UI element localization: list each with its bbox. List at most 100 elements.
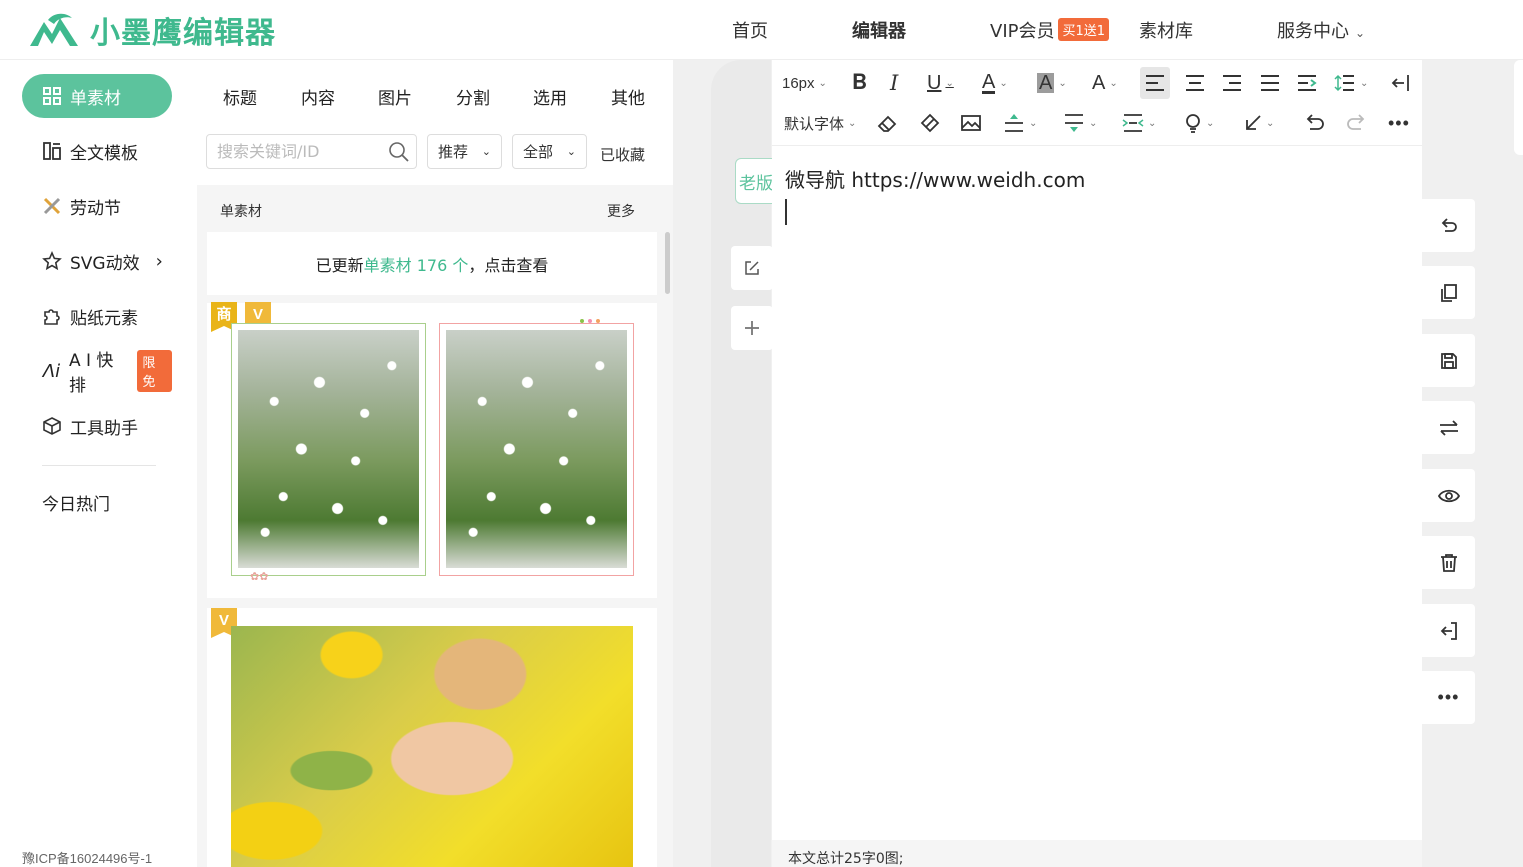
notice-suffix: ，点击查看 — [468, 255, 549, 275]
sidebar-item-tools[interactable]: 工具助手 — [22, 404, 172, 448]
sidebar-item-svg-effects[interactable]: SVG动效 › — [22, 239, 172, 283]
sidebar-divider — [42, 465, 156, 466]
redo-icon[interactable] — [1345, 108, 1367, 138]
line-height-icon[interactable]: ⌄ — [1334, 68, 1368, 98]
bulb-icon[interactable]: ⌄ — [1184, 108, 1214, 138]
material-card[interactable]: 商 V ✿✿ — [207, 302, 657, 598]
eraser-icon[interactable] — [876, 108, 898, 138]
chevron-down-icon: ⌄ — [566, 145, 576, 158]
sidebar-item-label: SVG动效 — [70, 253, 140, 274]
sidebar-item-labor-day[interactable]: 劳动节 — [22, 184, 172, 228]
star-icon — [42, 251, 62, 271]
eye-icon — [1437, 489, 1460, 502]
sidebar-item-today-hot[interactable]: 今日热门 — [22, 480, 172, 524]
align-left-icon[interactable] — [1140, 67, 1170, 99]
spacing-before-icon[interactable]: ⌄ — [1003, 108, 1037, 138]
align-justify-icon[interactable] — [1259, 68, 1281, 98]
tab-content[interactable]: 内容 — [301, 84, 335, 109]
text-effect-icon[interactable]: A ⌄ — [1092, 68, 1118, 98]
undo-button[interactable] — [1422, 199, 1475, 252]
tab-divider[interactable]: 分割 — [456, 84, 490, 109]
top-navbar: 小墨鹰编辑器 首页 编辑器 VIP会员 买1送1 素材库 服务中心 ⌄ — [0, 0, 1523, 60]
align-right-icon[interactable] — [1221, 68, 1243, 98]
scope-select-value: 全部 — [523, 143, 554, 161]
bold-icon[interactable]: 𝐁 — [852, 68, 867, 98]
nav-home[interactable]: 首页 — [732, 17, 768, 43]
font-color-icon[interactable]: A ⌄ — [982, 68, 1008, 98]
undo-icon[interactable] — [1304, 108, 1326, 138]
daisy-photo — [446, 330, 627, 568]
font-family-select[interactable]: 默认字体 ⌄ — [784, 108, 856, 138]
more-icon[interactable]: ••• — [1388, 108, 1410, 138]
editor: 16px ⌄ 𝐁 I U ⌄ A ⌄ A ⌄ A ⌄ ⌄ 默认字体 ⌄ ⌄ ⌄ … — [772, 60, 1422, 867]
edit-button[interactable] — [731, 246, 773, 290]
indent-icon[interactable] — [1296, 68, 1318, 98]
logo[interactable]: 小墨鹰编辑器 — [26, 8, 276, 52]
swap-button[interactable] — [1422, 401, 1475, 454]
sidebar-item-stickers[interactable]: 贴纸元素 — [22, 294, 172, 338]
preview-button[interactable] — [1422, 469, 1475, 522]
tab-other[interactable]: 其他 — [611, 84, 645, 109]
italic-icon[interactable]: I — [890, 68, 898, 98]
exit-left-icon[interactable] — [1390, 68, 1410, 98]
update-notice[interactable]: 已更新 单素材 176 个，点击查看 — [207, 232, 657, 295]
export-button[interactable] — [1422, 604, 1475, 657]
chevron-down-icon: ⌄ — [481, 145, 491, 158]
tab-image[interactable]: 图片 — [378, 84, 412, 109]
underline-icon[interactable]: U ⌄ — [927, 68, 954, 98]
chevron-down-icon: ⌄ — [1360, 77, 1369, 89]
nav-service[interactable]: 服务中心 ⌄ — [1277, 17, 1365, 43]
editor-content[interactable]: 微导航 https://www.weidh.com — [785, 164, 1085, 193]
daisy-photo — [238, 330, 419, 568]
puzzle-icon — [42, 306, 62, 326]
more-icon: ••• — [1437, 687, 1460, 707]
search-input[interactable] — [207, 135, 377, 168]
undo-icon — [1441, 217, 1457, 232]
font-family-value: 默认字体 — [784, 115, 845, 133]
exit-icon — [1440, 621, 1457, 640]
nav-editor[interactable]: 编辑器 — [852, 17, 906, 43]
section-more-link[interactable]: 更多 — [607, 201, 635, 221]
add-button[interactable] — [731, 306, 773, 350]
notice-prefix: 已更新 — [315, 255, 364, 275]
format-brush-icon[interactable] — [918, 108, 940, 138]
arrow-down-left-icon[interactable]: ⌄ — [1244, 108, 1274, 138]
image-icon[interactable] — [960, 108, 982, 138]
panel-scrollbar[interactable] — [665, 232, 670, 294]
section-title: 单素材 — [220, 204, 262, 220]
rail-collapse-handle[interactable] — [1514, 60, 1523, 155]
search-box — [206, 134, 417, 169]
copy-button[interactable] — [1422, 266, 1475, 319]
sort-select[interactable]: 推荐 ⌄ — [427, 134, 502, 169]
spacing-after-icon[interactable]: ⌄ — [1063, 108, 1097, 138]
sidebar-item-full-template[interactable]: 全文模板 — [22, 129, 172, 173]
chevron-down-icon: ⌄ — [1089, 117, 1098, 129]
old-version-button[interactable]: 老版 — [735, 158, 777, 204]
sunflower-boy-photo — [231, 626, 633, 867]
scope-select[interactable]: 全部 ⌄ — [512, 134, 587, 169]
delete-button[interactable] — [1422, 536, 1475, 589]
save-icon — [1440, 352, 1457, 369]
favorites-link[interactable]: 已收藏 — [600, 144, 645, 165]
icp-record[interactable]: 豫ICP备16024496号-1 — [22, 848, 152, 867]
font-size-value: 16px — [782, 74, 815, 92]
font-size-select[interactable]: 16px ⌄ — [782, 68, 827, 98]
nav-library[interactable]: 素材库 — [1139, 17, 1193, 43]
tab-selected[interactable]: 选用 — [533, 84, 567, 109]
sidebar-item-ai-layout[interactable]: Λi A I 快排 限免 — [22, 349, 172, 396]
sidebar-item-label: 单素材 — [70, 88, 121, 109]
align-center-icon[interactable] — [1184, 68, 1206, 98]
background-color-icon[interactable]: A ⌄ — [1037, 68, 1067, 98]
more-button[interactable]: ••• — [1422, 671, 1475, 724]
grid-icon — [42, 86, 62, 106]
side-spacing-icon[interactable]: ⌄ — [1122, 108, 1156, 138]
nav-vip[interactable]: VIP会员 买1送1 — [990, 17, 1110, 43]
sidebar-item-single-material[interactable]: 单素材 — [22, 74, 172, 118]
panel-header: 标题 内容 图片 分割 选用 其他 推荐 ⌄ 全部 ⌄ 已收藏 — [197, 60, 673, 185]
sidebar-item-label: 工具助手 — [70, 418, 138, 439]
tab-title[interactable]: 标题 — [223, 84, 257, 109]
material-panel: 标题 内容 图片 分割 选用 其他 推荐 ⌄ 全部 ⌄ 已收藏 单素材 更多 已… — [197, 60, 673, 867]
save-button[interactable] — [1422, 334, 1475, 387]
search-icon[interactable] — [388, 141, 410, 163]
material-card[interactable]: V — [207, 608, 657, 867]
